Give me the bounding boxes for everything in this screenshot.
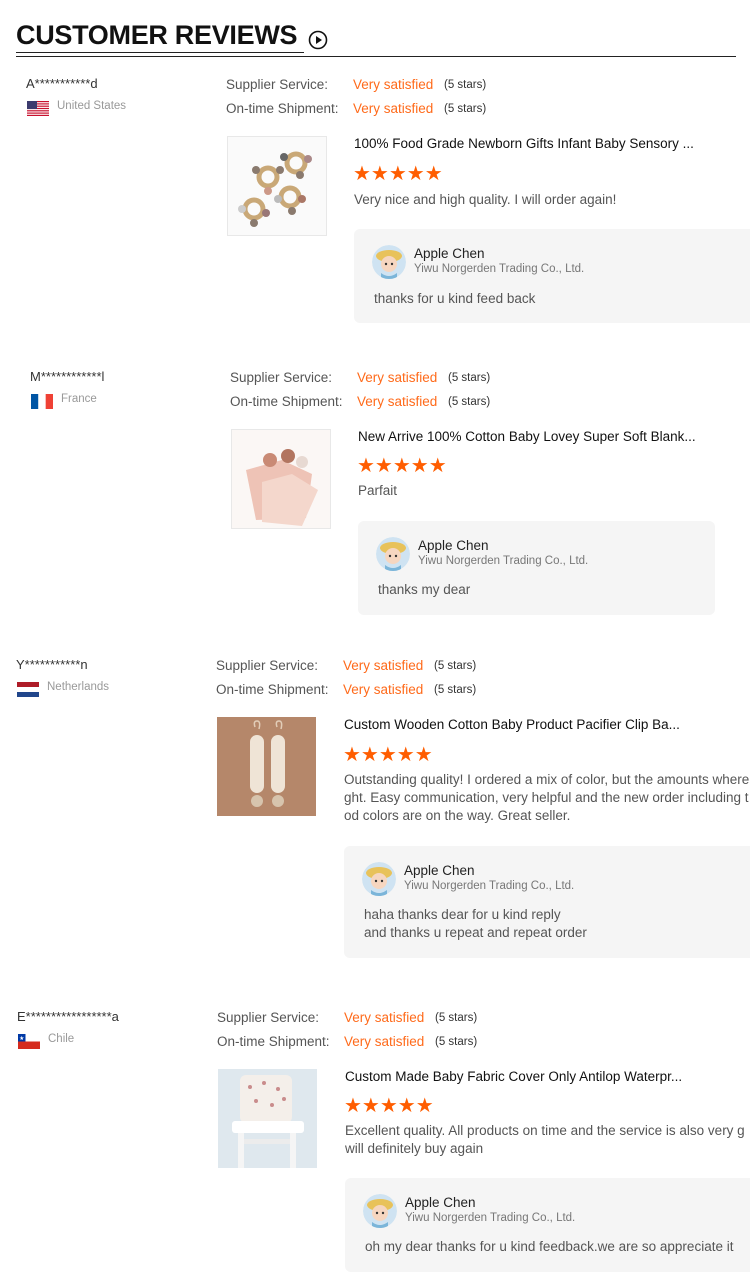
replier-company: Yiwu Norgerden Trading Co., Ltd.	[414, 263, 585, 275]
review-text-line: ght. Easy communication, very helpful an…	[344, 790, 749, 805]
avatar	[376, 537, 410, 571]
replier-company: Yiwu Norgerden Trading Co., Ltd.	[404, 880, 575, 892]
replier-company: Yiwu Norgerden Trading Co., Ltd.	[405, 1212, 576, 1224]
rating-value: Very satisfied	[343, 658, 424, 673]
review-text-line: will definitely buy again	[345, 1141, 484, 1156]
replier-name: Apple Chen	[418, 538, 489, 553]
rating-stars-text: (5 stars)	[444, 103, 487, 115]
review-text: Excellent quality. All products on time …	[345, 1122, 745, 1158]
rating-value: Very satisfied	[353, 77, 434, 92]
seller-reply: Apple Chen Yiwu Norgerden Trading Co., L…	[354, 229, 750, 323]
product-thumbnail[interactable]	[227, 136, 327, 236]
rating-value: Very satisfied	[344, 1010, 425, 1025]
rating-stars-text: (5 stars)	[435, 1012, 478, 1024]
reviewer-country: Chile	[48, 1033, 75, 1045]
us-flag-icon	[27, 101, 49, 116]
page-title: CUSTOMER REVIEWS	[16, 20, 298, 50]
rating-stars-text: (5 stars)	[435, 1036, 478, 1048]
replier-company: Yiwu Norgerden Trading Co., Ltd.	[418, 555, 589, 567]
rating-label: Supplier Service:	[217, 1010, 320, 1025]
review-text-line: Outstanding quality! I ordered a mix of …	[344, 772, 750, 787]
reviewer-name: E*****************a	[17, 1009, 119, 1024]
seller-reply: Apple Chen Yiwu Norgerden Trading Co., L…	[344, 846, 750, 958]
review-text-line: Excellent quality. All products on time …	[345, 1123, 745, 1138]
review-text: Parfait	[358, 482, 397, 500]
rating-stars-text: (5 stars)	[434, 660, 477, 672]
replier-name: Apple Chen	[405, 1195, 476, 1210]
reply-text-line: thanks for u kind feed back	[374, 291, 536, 306]
rating-label: Supplier Service:	[216, 658, 319, 673]
rating-stars-text: (5 stars)	[448, 372, 491, 384]
reviewer-country: France	[61, 393, 97, 405]
rating-value: Very satisfied	[357, 370, 438, 385]
review-text: Outstanding quality! I ordered a mix of …	[344, 771, 749, 825]
review-text-line: Parfait	[358, 483, 398, 498]
rating-stars-text: (5 stars)	[448, 396, 491, 408]
star-rating: ★★★★★	[343, 744, 433, 766]
review-card: E*****************a Chile Supplier Servi…	[0, 1009, 750, 1279]
product-title[interactable]: 100% Food Grade Newborn Gifts Infant Bab…	[354, 136, 694, 151]
avatar	[363, 1194, 397, 1228]
rating-label: On-time Shipment:	[226, 101, 339, 116]
rating-value: Very satisfied	[357, 394, 438, 409]
reply-text-line: and thanks u repeat and repeat order	[364, 925, 587, 940]
product-title[interactable]: Custom Made Baby Fabric Cover Only Antil…	[345, 1069, 682, 1084]
reviewer-country: Netherlands	[47, 681, 110, 693]
reply-text: thanks my dear	[378, 581, 470, 599]
rating-value: Very satisfied	[353, 101, 434, 116]
chile-flag-icon	[18, 1034, 40, 1049]
reviews-header: CUSTOMER REVIEWS	[0, 0, 750, 60]
reviewer-name: M************l	[30, 369, 105, 384]
rating-value: Very satisfied	[344, 1034, 425, 1049]
reply-text: oh my dear thanks for u kind feedback.we…	[365, 1238, 733, 1256]
reviewer-name: Y***********n	[16, 657, 88, 672]
rating-label: On-time Shipment:	[217, 1034, 330, 1049]
rating-label: On-time Shipment:	[230, 394, 343, 409]
review-text-line: Very nice and high quality. I will order…	[354, 192, 617, 207]
star-rating: ★★★★★	[353, 163, 443, 185]
title-underline	[16, 52, 304, 53]
reviewer-name: A***********d	[26, 76, 98, 91]
review-card: M************l France Supplier Service: …	[0, 369, 750, 629]
rating-label: Supplier Service:	[230, 370, 333, 385]
rating-stars-text: (5 stars)	[444, 79, 487, 91]
header-divider	[16, 56, 736, 57]
review-text: Very nice and high quality. I will order…	[354, 191, 616, 209]
seller-reply: Apple Chen Yiwu Norgerden Trading Co., L…	[358, 521, 715, 615]
product-thumbnail[interactable]	[217, 717, 316, 816]
star-rating: ★★★★★	[357, 455, 447, 477]
rating-stars-text: (5 stars)	[434, 684, 477, 696]
reply-text: haha thanks dear for u kind reply and th…	[364, 906, 587, 942]
play-circle-icon[interactable]	[308, 30, 328, 50]
review-text-line: od colors are on the way. Great seller.	[344, 808, 571, 823]
reply-text-line: oh my dear thanks for u kind feedback.we…	[365, 1239, 734, 1254]
netherlands-flag-icon	[17, 682, 39, 697]
review-card: A***********d United States Supplier Ser…	[0, 76, 750, 336]
seller-reply: Apple Chen Yiwu Norgerden Trading Co., L…	[345, 1178, 750, 1272]
avatar	[362, 862, 396, 896]
product-title[interactable]: Custom Wooden Cotton Baby Product Pacifi…	[344, 717, 680, 732]
replier-name: Apple Chen	[414, 246, 485, 261]
star-rating: ★★★★★	[344, 1095, 434, 1117]
product-thumbnail[interactable]	[231, 429, 331, 529]
reply-text-line: haha thanks dear for u kind reply	[364, 907, 561, 922]
review-card: Y***********n Netherlands Supplier Servi…	[0, 657, 750, 967]
rating-label: On-time Shipment:	[216, 682, 329, 697]
reply-text-line: thanks my dear	[378, 582, 471, 597]
reply-text: thanks for u kind feed back	[374, 290, 535, 308]
replier-name: Apple Chen	[404, 863, 475, 878]
product-title[interactable]: New Arrive 100% Cotton Baby Lovey Super …	[358, 429, 696, 444]
reviewer-country: United States	[57, 100, 127, 112]
rating-label: Supplier Service:	[226, 77, 329, 92]
avatar	[372, 245, 406, 279]
product-thumbnail[interactable]	[218, 1069, 317, 1168]
rating-value: Very satisfied	[343, 682, 424, 697]
france-flag-icon	[31, 394, 53, 409]
